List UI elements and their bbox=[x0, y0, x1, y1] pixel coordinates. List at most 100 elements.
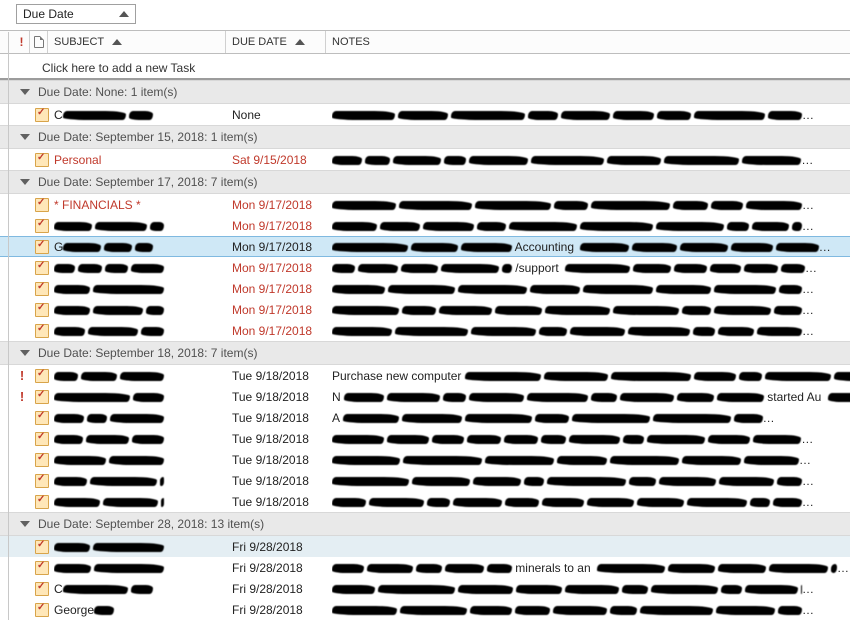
task-icon bbox=[35, 153, 49, 167]
sort-field-dropdown[interactable]: Due Date bbox=[16, 4, 136, 24]
group-header[interactable]: Due Date: September 15, 2018: 1 item(s) bbox=[0, 125, 850, 149]
task-row[interactable]: Mon 9/17/2018 /support … bbox=[0, 257, 850, 278]
column-header-type[interactable] bbox=[30, 31, 48, 53]
task-row[interactable]: PersonalSat 9/15/2018… bbox=[0, 149, 850, 170]
task-icon bbox=[35, 390, 49, 404]
sort-asc-icon bbox=[119, 11, 129, 17]
task-row[interactable]: Tue 9/18/2018… bbox=[0, 428, 850, 449]
task-due-date: Mon 9/17/2018 bbox=[232, 198, 332, 212]
sort-asc-icon bbox=[295, 39, 305, 45]
task-row[interactable]: * FINANCIALS *Mon 9/17/2018… bbox=[0, 194, 850, 215]
group-header[interactable]: Due Date: September 17, 2018: 7 item(s) bbox=[0, 170, 850, 194]
task-icon bbox=[35, 261, 49, 275]
task-row[interactable]: CFri 9/28/2018… bbox=[0, 578, 850, 599]
task-subject: Personal bbox=[54, 153, 232, 167]
task-due-date: Sat 9/15/2018 bbox=[232, 153, 332, 167]
priority-high-icon: ! bbox=[20, 390, 24, 403]
task-icon bbox=[35, 324, 49, 338]
sort-field-label: Due Date bbox=[23, 7, 74, 21]
task-subject bbox=[54, 261, 232, 275]
task-icon bbox=[35, 540, 49, 554]
task-row[interactable]: !Tue 9/18/2018N started Au … bbox=[0, 386, 850, 407]
column-header-subject[interactable]: Subject bbox=[48, 31, 226, 53]
task-due-date: Tue 9/18/2018 bbox=[232, 453, 332, 467]
task-notes: /support … bbox=[332, 261, 850, 275]
task-subject bbox=[54, 561, 232, 575]
task-notes: … bbox=[332, 198, 850, 212]
task-row[interactable]: Mon 9/17/2018… bbox=[0, 320, 850, 341]
task-subject bbox=[54, 411, 232, 425]
collapse-icon bbox=[20, 179, 30, 185]
task-row[interactable]: Mon 9/17/2018… bbox=[0, 299, 850, 320]
task-row[interactable]: Mon 9/17/2018… bbox=[0, 215, 850, 236]
task-icon bbox=[35, 108, 49, 122]
task-notes: minerals to an … bbox=[332, 561, 850, 575]
collapse-icon bbox=[20, 89, 30, 95]
page-icon bbox=[34, 36, 44, 48]
task-due-date: Mon 9/17/2018 bbox=[232, 324, 332, 338]
task-notes: … bbox=[332, 582, 850, 596]
task-due-date: Mon 9/17/2018 bbox=[232, 303, 332, 317]
task-icon bbox=[35, 240, 49, 254]
group-title: Due Date: September 28, 2018: 13 item(s) bbox=[38, 517, 264, 531]
task-row[interactable]: GeorgeFri 9/28/2018… bbox=[0, 599, 850, 620]
task-subject bbox=[54, 282, 232, 296]
column-header-duedate[interactable]: Due Date bbox=[226, 31, 326, 53]
column-header-notes[interactable]: Notes bbox=[326, 31, 850, 53]
task-notes: … bbox=[332, 153, 850, 167]
group-header[interactable]: Due Date: September 28, 2018: 13 item(s) bbox=[0, 512, 850, 536]
task-row[interactable]: Tue 9/18/2018A … bbox=[0, 407, 850, 428]
task-notes: … bbox=[332, 474, 850, 488]
task-due-date: Fri 9/28/2018 bbox=[232, 582, 332, 596]
task-icon bbox=[35, 282, 49, 296]
task-icon bbox=[35, 474, 49, 488]
task-subject bbox=[54, 390, 232, 404]
task-due-date: Tue 9/18/2018 bbox=[232, 411, 332, 425]
task-subject bbox=[54, 303, 232, 317]
column-header-priority[interactable]: ! bbox=[14, 31, 30, 53]
task-subject: G bbox=[54, 240, 232, 254]
task-subject bbox=[54, 324, 232, 338]
column-header-row: ! Subject Due Date Notes bbox=[0, 30, 850, 54]
group-header[interactable]: Due Date: September 18, 2018: 7 item(s) bbox=[0, 341, 850, 365]
task-subject bbox=[54, 540, 232, 554]
task-due-date: Mon 9/17/2018 bbox=[232, 240, 332, 254]
task-notes: … bbox=[332, 432, 850, 446]
task-icon bbox=[35, 369, 49, 383]
group-title: Due Date: None: 1 item(s) bbox=[38, 85, 177, 99]
task-icon bbox=[35, 219, 49, 233]
task-notes: … bbox=[332, 303, 850, 317]
task-subject: George bbox=[54, 603, 232, 617]
task-icon bbox=[35, 303, 49, 317]
task-subject: * FINANCIALS * bbox=[54, 198, 232, 212]
task-due-date: Tue 9/18/2018 bbox=[232, 474, 332, 488]
task-row[interactable]: !Tue 9/18/2018Purchase new computer … bbox=[0, 365, 850, 386]
task-due-date: Fri 9/28/2018 bbox=[232, 603, 332, 617]
task-row[interactable]: Tue 9/18/2018… bbox=[0, 491, 850, 512]
task-due-date: Mon 9/17/2018 bbox=[232, 219, 332, 233]
priority-high-icon: ! bbox=[20, 369, 24, 382]
task-icon bbox=[35, 198, 49, 212]
task-due-date: Mon 9/17/2018 bbox=[232, 282, 332, 296]
task-row[interactable]: Mon 9/17/2018… bbox=[0, 278, 850, 299]
collapse-icon bbox=[20, 521, 30, 527]
task-row[interactable]: GMon 9/17/2018 Accounting … bbox=[0, 236, 850, 257]
group-header[interactable]: Due Date: None: 1 item(s) bbox=[0, 80, 850, 104]
task-row[interactable]: Fri 9/28/2018 bbox=[0, 536, 850, 557]
task-notes: … bbox=[332, 282, 850, 296]
task-due-date: Fri 9/28/2018 bbox=[232, 561, 332, 575]
task-icon bbox=[35, 432, 49, 446]
task-notes: … bbox=[332, 495, 850, 509]
task-icon bbox=[35, 582, 49, 596]
task-row[interactable]: CNone… bbox=[0, 104, 850, 125]
task-notes: … bbox=[332, 219, 850, 233]
add-task-row[interactable]: Click here to add a new Task bbox=[0, 58, 850, 80]
task-notes: Purchase new computer … bbox=[332, 369, 850, 383]
task-notes: … bbox=[332, 324, 850, 338]
task-row[interactable]: Tue 9/18/2018… bbox=[0, 449, 850, 470]
task-notes: … bbox=[332, 453, 850, 467]
task-icon bbox=[35, 453, 49, 467]
group-title: Due Date: September 17, 2018: 7 item(s) bbox=[38, 175, 257, 189]
task-row[interactable]: Fri 9/28/2018 minerals to an … bbox=[0, 557, 850, 578]
task-row[interactable]: Tue 9/18/2018… bbox=[0, 470, 850, 491]
